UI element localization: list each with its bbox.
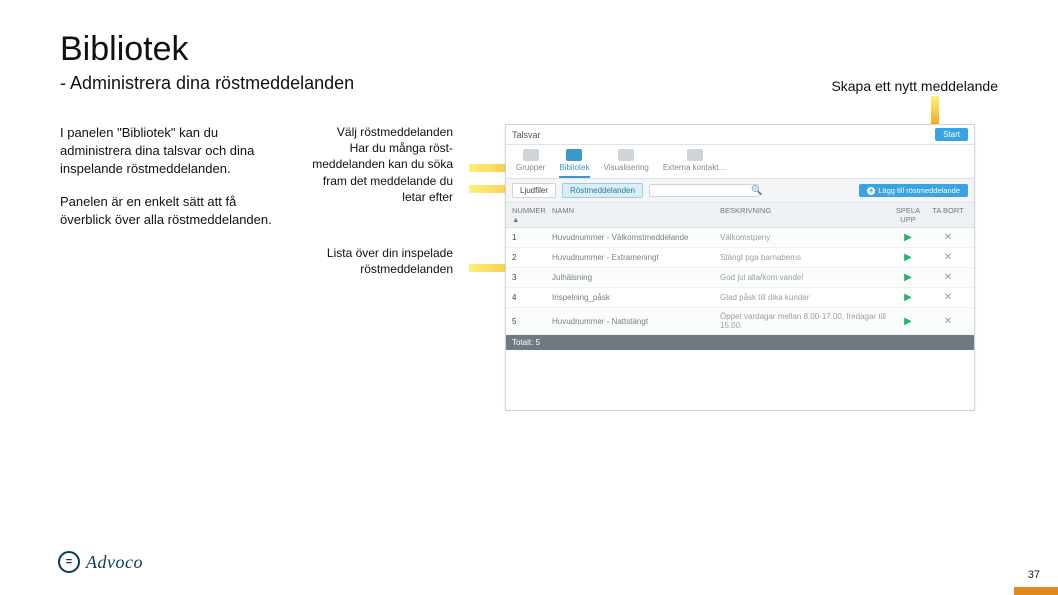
arrow-down-icon	[931, 96, 939, 126]
table-row[interactable]: 1Huvudnummer - VälkomstmeddelandeVälkoms…	[506, 228, 974, 248]
panel-title: Talsvar	[512, 130, 541, 140]
search-icon[interactable]: 🔍	[751, 185, 762, 196]
delete-icon[interactable]: ✕	[928, 232, 968, 243]
corner-accent	[1014, 587, 1058, 595]
page-number: 37	[1028, 569, 1040, 581]
cell-number: 4	[512, 293, 552, 302]
cell-desc: Öppet vardagar mellan 8.00-17.00, fredag…	[720, 312, 888, 330]
tab-icon	[618, 149, 634, 161]
search-input[interactable]	[649, 184, 759, 197]
delete-icon[interactable]: ✕	[928, 316, 968, 327]
play-icon[interactable]: ▶	[888, 252, 928, 263]
tab-visualisering[interactable]: Visualisering	[604, 149, 649, 178]
tab-label: Visualisering	[604, 163, 649, 172]
create-message-label: Skapa ett nytt meddelande	[831, 78, 998, 94]
cell-desc: Stängt pga barnabems	[720, 253, 888, 262]
tab-externa kontakt…[interactable]: Externa kontakt…	[663, 149, 727, 178]
cell-name: Inspelning_påsk	[552, 293, 720, 302]
intro-paragraph-1: I panelen "Bibliotek" kan du administrer…	[60, 124, 280, 179]
cell-name: Huvudnummer - Välkomstmeddelande	[552, 233, 720, 242]
callout-select-body: Har du många röst-meddelanden kan du sök…	[298, 140, 453, 205]
play-icon[interactable]: ▶	[888, 232, 928, 243]
start-button[interactable]: Start	[935, 128, 968, 141]
add-message-button[interactable]: + Lägg till röstmeddelande	[859, 184, 968, 197]
cell-number: 1	[512, 233, 552, 242]
search-input-wrap	[649, 184, 759, 197]
cell-name: Huvudnummer - Nattstängt	[552, 317, 720, 326]
play-icon[interactable]: ▶	[888, 272, 928, 283]
delete-icon[interactable]: ✕	[928, 292, 968, 303]
chip-audiofiles[interactable]: Ljudfiler	[512, 183, 556, 198]
play-icon[interactable]: ▶	[888, 292, 928, 303]
tab-icon	[523, 149, 539, 161]
delete-icon[interactable]: ✕	[928, 272, 968, 283]
cell-number: 5	[512, 317, 552, 326]
page-title: Bibliotek	[60, 30, 998, 69]
cell-number: 3	[512, 273, 552, 282]
tab-label: Bibliotek	[559, 163, 589, 172]
col-delete: TA BORT	[928, 206, 968, 224]
chip-voicemessages[interactable]: Röstmeddelanden	[562, 183, 643, 198]
logo-text: Advoco	[86, 552, 143, 573]
col-number[interactable]: NUMMER ▲	[512, 206, 552, 224]
col-name[interactable]: NAMN	[552, 206, 720, 224]
cell-name: Julhälsning	[552, 273, 720, 282]
tab-icon	[566, 149, 582, 161]
callout-select-title: Välj röstmeddelanden	[298, 124, 453, 140]
total-count: Totalt: 5	[506, 335, 974, 350]
col-desc[interactable]: BESKRIVNING	[720, 206, 888, 224]
cell-name: Huvudnummer - Extrameningt	[552, 253, 720, 262]
tab-grupper[interactable]: Grupper	[516, 149, 545, 178]
tab-bibliotek[interactable]: Bibliotek	[559, 149, 589, 178]
add-message-label: Lägg till röstmeddelande	[878, 186, 960, 195]
callout-list-body: Lista över din inspelade röstmeddelanden	[298, 245, 453, 277]
table-row[interactable]: 2Huvudnummer - ExtrameningtStängt pga ba…	[506, 248, 974, 268]
logo-mark-icon: =	[58, 551, 80, 573]
plus-icon: +	[867, 187, 875, 195]
tab-label: Grupper	[516, 163, 545, 172]
delete-icon[interactable]: ✕	[928, 252, 968, 263]
tab-icon	[687, 149, 703, 161]
table-row[interactable]: 4Inspelning_påskGlad påsk till dika kund…	[506, 288, 974, 308]
intro-paragraph-2: Panelen är en enkelt sätt att få överbli…	[60, 193, 280, 229]
cell-desc: Glad påsk till dika kunder	[720, 293, 888, 302]
tab-label: Externa kontakt…	[663, 163, 727, 172]
cell-number: 2	[512, 253, 552, 262]
table-row[interactable]: 5Huvudnummer - NattstängtÖppet vardagar …	[506, 308, 974, 335]
table-row[interactable]: 3JulhälsningGod jul alla/kom vande!▶✕	[506, 268, 974, 288]
cell-desc: God jul alla/kom vande!	[720, 273, 888, 282]
library-panel: Talsvar Start Grupper Bibliotek Visualiser…	[505, 124, 975, 411]
cell-desc: Välkomstpeny	[720, 233, 888, 242]
play-icon[interactable]: ▶	[888, 316, 928, 327]
logo: = Advoco	[58, 551, 143, 573]
col-play: SPELA UPP	[888, 206, 928, 224]
